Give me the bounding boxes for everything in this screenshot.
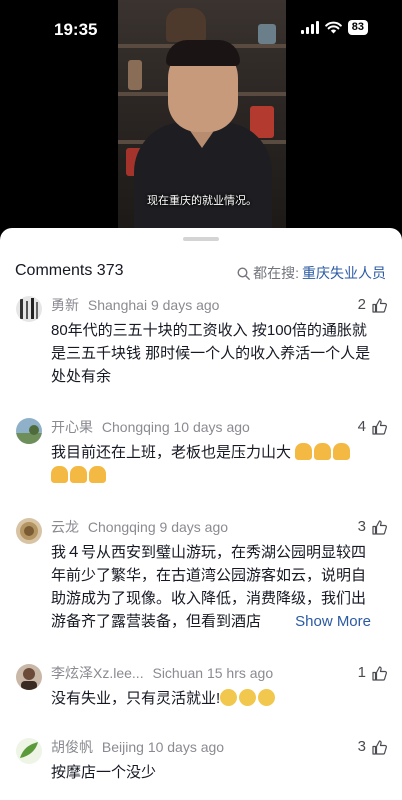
comment-meta: 胡俊帆 Beijing 10 days ago [51, 738, 224, 756]
avatar[interactable] [16, 738, 42, 764]
like-button[interactable]: 2 [358, 296, 388, 314]
sweat-smile-emoji-icon [239, 689, 257, 706]
comment-location: Shanghai [87, 297, 148, 313]
search-icon [237, 266, 251, 280]
folded-hands-emoji-icon [333, 443, 351, 460]
comment-author[interactable]: 开心果 [51, 419, 93, 435]
comment-author[interactable]: 胡俊帆 [51, 739, 93, 755]
folded-hands-emoji-icon [314, 443, 332, 460]
comment-time: 9 days ago [150, 297, 220, 313]
like-count: 2 [357, 296, 366, 313]
comment-time: 10 days ago [147, 739, 225, 755]
video-player[interactable]: 现在重庆的就业情况。 19:35 83 [0, 0, 402, 232]
comment-time: 9 days ago [159, 519, 229, 535]
like-button[interactable]: 4 [358, 418, 388, 436]
avatar[interactable] [16, 664, 42, 690]
search-suggestion[interactable]: 都在搜: 重庆失业人员 [237, 263, 386, 283]
sweat-smile-emoji-icon [258, 689, 276, 706]
like-count: 3 [357, 738, 366, 755]
thumbs-up-icon [372, 419, 387, 435]
comment-location: Chongqing [87, 519, 156, 535]
comment-meta: 李炫泽Xz.lee... Sichuan 15 hrs ago [51, 664, 273, 682]
wifi-icon [324, 21, 342, 34]
like-count: 4 [357, 418, 366, 435]
comment-text: 按摩店一个没少 [51, 764, 157, 781]
comment-text: 没有失业，只有灵活就业! [51, 687, 371, 710]
folded-hands-emoji-icon [89, 466, 106, 483]
comment-location: Chongqing [101, 419, 170, 435]
thumbs-up-icon [372, 519, 387, 535]
comment-text: 80年代的三五十块的工资收入 按100倍的通胀就是三五千块钱 那时候一个人的收入… [51, 322, 371, 385]
video-caption: 现在重庆的就业情况。 [147, 195, 257, 207]
thumbs-up-icon [372, 665, 387, 681]
comments-count-title: Comments 373 [15, 262, 124, 279]
like-button[interactable]: 3 [358, 518, 388, 536]
comment-meta: 云龙 Chongqing 9 days ago [51, 518, 228, 536]
status-time: 19:35 [54, 20, 98, 39]
comment-time: 10 days ago [173, 419, 250, 435]
cellular-signal-icon [300, 21, 319, 34]
search-label: 都在搜: [253, 265, 299, 281]
video-frame: 现在重庆的就业情况。 [118, 0, 286, 232]
comments-header: Comments 373 都在搜: 重庆失业人员 [0, 260, 402, 286]
comment-location: Beijing [101, 739, 144, 755]
avatar[interactable] [16, 518, 42, 544]
status-indicators: 83 [300, 20, 368, 35]
show-more-link[interactable]: Show More [293, 610, 371, 633]
comment-body: 没有失业，只有灵活就业! [51, 690, 221, 707]
comment-time: 15 hrs ago [206, 665, 274, 681]
comment-meta: 开心果 Chongqing 10 days ago [51, 418, 250, 436]
avatar[interactable] [16, 418, 42, 444]
like-button[interactable]: 3 [358, 738, 388, 756]
comments-sheet: Comments 373 都在搜: 重庆失业人员 勇新 Shanghai 9 d… [0, 228, 402, 800]
comment-meta: 勇新 Shanghai 9 days ago [51, 296, 219, 314]
comment-author[interactable]: 勇新 [51, 297, 79, 313]
comment-text: 我目前还在上班，老板也是压力山大 [51, 441, 371, 487]
like-button[interactable]: 1 [358, 664, 388, 682]
sweat-smile-emoji-icon [220, 689, 238, 706]
thumbs-up-icon [372, 739, 387, 755]
thumbs-up-icon [372, 297, 387, 313]
like-count: 1 [357, 664, 366, 681]
comment-text: 我４号从西安到璧山游玩，在秀湖公园明显较四年前少了繁华，在古道湾公园游客如云，说… [51, 541, 371, 633]
search-keyword-link[interactable]: 重庆失业人员 [302, 263, 386, 283]
battery-icon: 83 [347, 20, 368, 35]
folded-hands-emoji-icon [70, 466, 87, 483]
comment-body: 我目前还在上班，老板也是压力山大 [51, 444, 292, 461]
comment-location: Sichuan [152, 665, 204, 681]
comment-author[interactable]: 云龙 [51, 519, 79, 535]
folded-hands-emoji-icon [51, 466, 68, 483]
comment-author[interactable]: 李炫泽Xz.lee... [51, 665, 144, 681]
drag-handle[interactable] [183, 237, 219, 241]
like-count: 3 [357, 518, 366, 535]
folded-hands-emoji-icon [295, 443, 313, 460]
avatar[interactable] [16, 296, 42, 322]
